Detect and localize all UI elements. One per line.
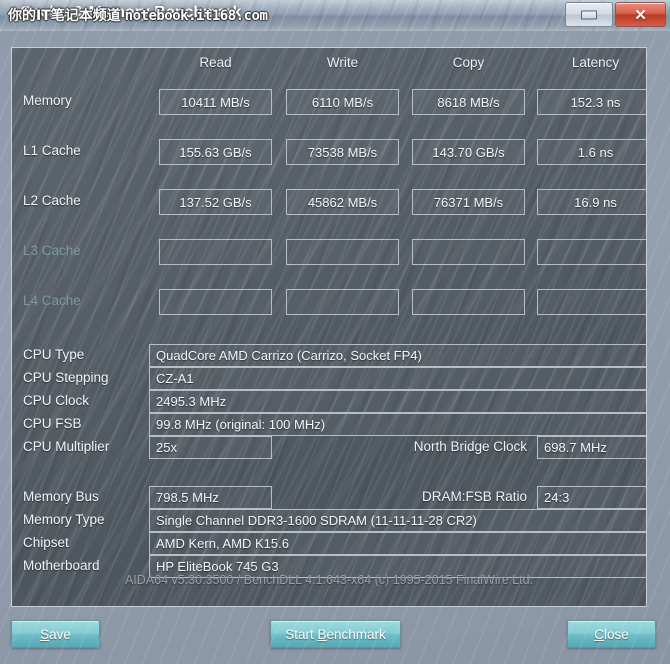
watermark-chinese-text: 你的IT笔记本频道 bbox=[8, 8, 121, 24]
benchmark-row-l1-cache: L1 Cache 155.63 GB/s 73538 MB/s 143.70 G… bbox=[12, 139, 646, 165]
value-cpu-clock: 2495.3 MHz bbox=[149, 390, 646, 413]
column-header-latency: Latency bbox=[571, 55, 620, 70]
memory-latency-value: 152.3 ns bbox=[537, 89, 646, 115]
l3-copy-value bbox=[412, 239, 525, 265]
column-header-read: Read bbox=[199, 55, 232, 70]
label-chipset: Chipset bbox=[23, 535, 69, 550]
title-bar[interactable]: Cache & Memory Benchmark 你的IT笔记本频道 noteb… bbox=[0, 0, 670, 32]
l1-read-value: 155.63 GB/s bbox=[159, 139, 272, 165]
value-cpu-stepping: CZ-A1 bbox=[149, 367, 646, 390]
save-button[interactable]: Save bbox=[11, 620, 100, 648]
close-icon: ✕ bbox=[634, 6, 647, 24]
memory-read-value: 10411 MB/s bbox=[159, 89, 272, 115]
column-header-copy: Copy bbox=[452, 55, 485, 70]
value-cpu-fsb: 99.8 MHz (original: 100 MHz) bbox=[149, 413, 646, 436]
row-label-l3-cache: L3 Cache bbox=[23, 243, 81, 258]
label-cpu-multiplier: CPU Multiplier bbox=[23, 439, 110, 454]
l3-write-value bbox=[286, 239, 399, 265]
window-controls: ✕ bbox=[565, 2, 666, 27]
l2-copy-value: 76371 MB/s bbox=[412, 189, 525, 215]
minimize-button[interactable] bbox=[565, 2, 613, 27]
aida64-benchmark-window: Cache & Memory Benchmark 你的IT笔记本频道 noteb… bbox=[0, 0, 670, 664]
l4-read-value bbox=[159, 289, 272, 315]
l4-write-value bbox=[286, 289, 399, 315]
label-cpu-type: CPU Type bbox=[23, 347, 85, 362]
l3-latency-value bbox=[537, 239, 646, 265]
row-label-l2-cache: L2 Cache bbox=[23, 193, 81, 208]
column-header-write: Write bbox=[326, 55, 359, 70]
label-memory-type: Memory Type bbox=[23, 512, 105, 527]
memory-copy-value: 8618 MB/s bbox=[412, 89, 525, 115]
value-chipset: AMD Kern, AMD K15.6 bbox=[149, 532, 646, 555]
value-north-bridge-clock: 698.7 MHz bbox=[537, 436, 646, 459]
info-row-cpu-multiplier: CPU Multiplier 25x North Bridge Clock 69… bbox=[12, 436, 646, 459]
l4-latency-value bbox=[537, 289, 646, 315]
l4-copy-value bbox=[412, 289, 525, 315]
benchmark-row-l3-cache: L3 Cache bbox=[12, 239, 646, 265]
start-benchmark-button-label: Start Benchmark bbox=[285, 626, 386, 642]
info-row-cpu-fsb: CPU FSB 99.8 MHz (original: 100 MHz) bbox=[12, 413, 646, 436]
memory-write-value: 6110 MB/s bbox=[286, 89, 399, 115]
version-footer-text: AIDA64 v5.30.3500 / BenchDLL 4.1.643-x64… bbox=[124, 573, 534, 587]
l2-write-value: 45862 MB/s bbox=[286, 189, 399, 215]
benchmark-row-l2-cache: L2 Cache 137.52 GB/s 45862 MB/s 76371 MB… bbox=[12, 189, 646, 215]
value-cpu-multiplier: 25x bbox=[149, 436, 272, 459]
label-cpu-clock: CPU Clock bbox=[23, 393, 90, 408]
l1-write-value: 73538 MB/s bbox=[286, 139, 399, 165]
info-row-chipset: Chipset AMD Kern, AMD K15.6 bbox=[12, 532, 646, 555]
close-button-label: Close bbox=[594, 626, 629, 642]
minimize-icon bbox=[581, 10, 597, 19]
benchmark-panel: Read Write Copy Latency Memory 10411 MB/… bbox=[11, 47, 647, 607]
save-button-label: Save bbox=[40, 626, 71, 642]
value-memory-type: Single Channel DDR3-1600 SDRAM (11-11-11… bbox=[149, 509, 646, 532]
start-benchmark-button[interactable]: Start Benchmark bbox=[270, 620, 401, 648]
label-north-bridge-clock: North Bridge Clock bbox=[413, 439, 527, 454]
value-dram-fsb-ratio: 24:3 bbox=[537, 486, 646, 509]
info-row-memory-bus: Memory Bus 798.5 MHz DRAM:FSB Ratio 24:3 bbox=[12, 486, 646, 509]
info-row-cpu-clock: CPU Clock 2495.3 MHz bbox=[12, 390, 646, 413]
label-cpu-fsb: CPU FSB bbox=[23, 416, 82, 431]
watermark-url-text: notebook.it168.com bbox=[124, 8, 268, 24]
label-motherboard: Motherboard bbox=[23, 558, 100, 573]
benchmark-row-l4-cache: L4 Cache bbox=[12, 289, 646, 315]
value-cpu-type: QuadCore AMD Carrizo (Carrizo, Socket FP… bbox=[149, 344, 646, 367]
l1-latency-value: 1.6 ns bbox=[537, 139, 646, 165]
site-watermark: 你的IT笔记本频道 notebook.it168.com bbox=[8, 5, 268, 25]
benchmark-row-memory: Memory 10411 MB/s 6110 MB/s 8618 MB/s 15… bbox=[12, 89, 646, 115]
close-window-button[interactable]: ✕ bbox=[615, 2, 666, 27]
l3-read-value bbox=[159, 239, 272, 265]
window-body: Read Write Copy Latency Memory 10411 MB/… bbox=[0, 31, 670, 664]
info-row-cpu-stepping: CPU Stepping CZ-A1 bbox=[12, 367, 646, 390]
l1-copy-value: 143.70 GB/s bbox=[412, 139, 525, 165]
label-cpu-stepping: CPU Stepping bbox=[23, 370, 109, 385]
label-dram-fsb-ratio: DRAM:FSB Ratio bbox=[421, 489, 527, 504]
l2-read-value: 137.52 GB/s bbox=[159, 189, 272, 215]
label-memory-bus: Memory Bus bbox=[23, 489, 99, 504]
close-button[interactable]: Close bbox=[567, 620, 656, 648]
row-label-l1-cache: L1 Cache bbox=[23, 143, 81, 158]
info-row-memory-type: Memory Type Single Channel DDR3-1600 SDR… bbox=[12, 509, 646, 532]
value-memory-bus: 798.5 MHz bbox=[149, 486, 272, 509]
row-label-memory: Memory bbox=[23, 93, 72, 108]
row-label-l4-cache: L4 Cache bbox=[23, 293, 81, 308]
l2-latency-value: 16.9 ns bbox=[537, 189, 646, 215]
info-row-cpu-type: CPU Type QuadCore AMD Carrizo (Carrizo, … bbox=[12, 344, 646, 367]
